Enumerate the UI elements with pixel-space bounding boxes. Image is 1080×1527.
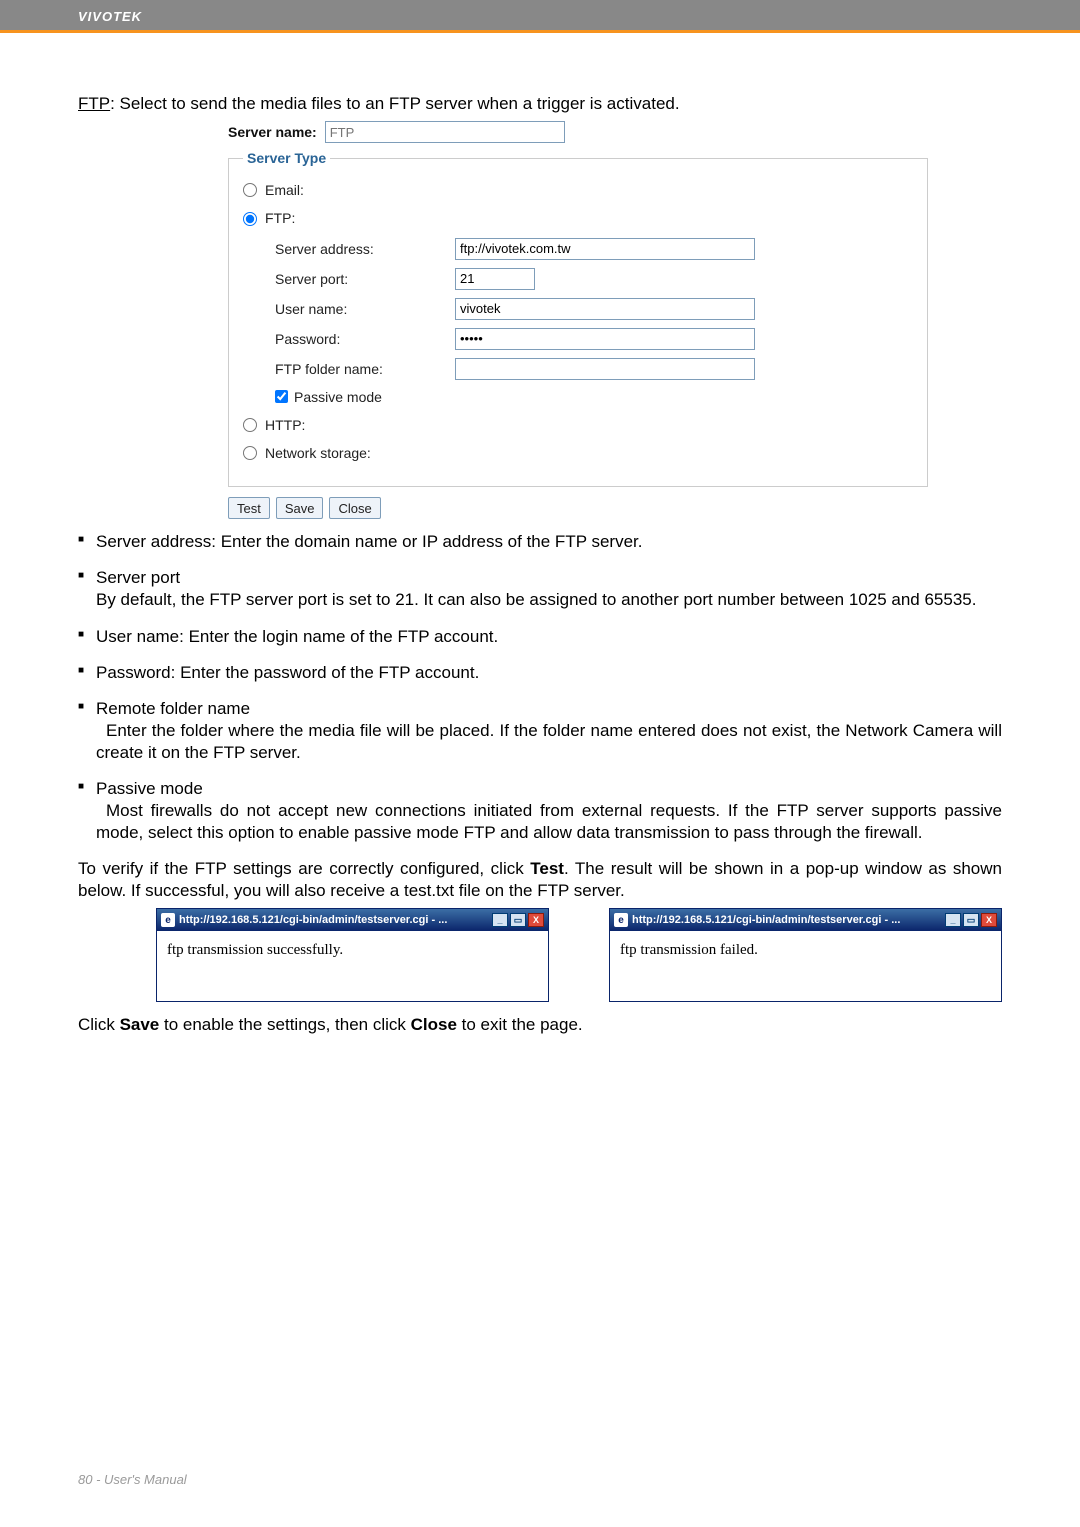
ftp-fields: Server address: Server port: User name: …	[275, 238, 913, 406]
passive-mode-label: Passive mode	[294, 388, 382, 406]
close-icon[interactable]: X	[528, 913, 544, 927]
ftp-folder-label: FTP folder name:	[275, 360, 455, 378]
http-radio[interactable]	[243, 418, 257, 432]
email-radio-label: Email:	[265, 181, 304, 199]
verify-paragraph: To verify if the FTP settings are correc…	[78, 858, 1002, 902]
minimize-icon[interactable]: _	[492, 913, 508, 927]
close-button[interactable]: Close	[329, 497, 380, 519]
network-storage-radio-row: Network storage:	[243, 444, 913, 462]
popup-success-title: http://192.168.5.121/cgi-bin/admin/tests…	[179, 913, 492, 927]
passive-mode-checkbox[interactable]	[275, 390, 288, 403]
popup-failed-body: ftp transmission failed.	[610, 931, 1001, 1001]
test-button[interactable]: Test	[228, 497, 270, 519]
ftp-folder-input[interactable]	[455, 358, 755, 380]
final-instruction: Click Save to enable the settings, then …	[78, 1014, 1002, 1036]
server-name-input[interactable]	[325, 121, 565, 143]
user-name-label: User name:	[275, 300, 455, 318]
email-radio[interactable]	[243, 183, 257, 197]
maximize-icon[interactable]: ▭	[963, 913, 979, 927]
server-name-row: Server name:	[228, 121, 1002, 143]
bullet-server-port: Server port By default, the FTP server p…	[78, 567, 1002, 611]
popup-row: e http://192.168.5.121/cgi-bin/admin/tes…	[156, 908, 1002, 1002]
popup-failed: e http://192.168.5.121/cgi-bin/admin/tes…	[609, 908, 1002, 1002]
popup-failed-titlebar: e http://192.168.5.121/cgi-bin/admin/tes…	[610, 909, 1001, 931]
http-radio-label: HTTP:	[265, 416, 305, 434]
server-address-label: Server address:	[275, 240, 455, 258]
popup-success-body: ftp transmission successfully.	[157, 931, 548, 1001]
server-name-label: Server name:	[228, 123, 317, 141]
popup-success: e http://192.168.5.121/cgi-bin/admin/tes…	[156, 908, 549, 1002]
ftp-intro-line: FTP: Select to send the media files to a…	[78, 93, 1002, 115]
user-name-input[interactable]	[455, 298, 755, 320]
bullet-remote-folder: Remote folder name Enter the folder wher…	[78, 698, 1002, 764]
server-port-label: Server port:	[275, 270, 455, 288]
ie-icon: e	[161, 913, 175, 927]
ftp-underline-label: FTP	[78, 94, 110, 113]
password-label: Password:	[275, 330, 455, 348]
save-button[interactable]: Save	[276, 497, 324, 519]
network-storage-radio[interactable]	[243, 446, 257, 460]
ftp-intro-text: : Select to send the media files to an F…	[110, 94, 679, 113]
ftp-radio-label: FTP:	[265, 209, 295, 227]
minimize-icon[interactable]: _	[945, 913, 961, 927]
server-type-fieldset: Server Type Email: FTP: Server address: …	[228, 149, 928, 487]
page-footer: 80 - User's Manual	[78, 1472, 187, 1487]
page-header-bar: VIVOTEK	[0, 0, 1080, 30]
password-input[interactable]	[455, 328, 755, 350]
close-icon[interactable]: X	[981, 913, 997, 927]
maximize-icon[interactable]: ▭	[510, 913, 526, 927]
bullet-passive-mode: Passive mode Most firewalls do not accep…	[78, 778, 1002, 844]
ftp-radio[interactable]	[243, 212, 257, 226]
brand-label: VIVOTEK	[78, 9, 142, 24]
bullet-password: Password: Enter the password of the FTP …	[78, 662, 1002, 684]
bullet-server-address: Server address: Enter the domain name or…	[78, 531, 1002, 553]
network-storage-radio-label: Network storage:	[265, 444, 371, 462]
button-row: Test Save Close	[228, 497, 1002, 519]
email-radio-row: Email:	[243, 181, 913, 199]
popup-success-titlebar: e http://192.168.5.121/cgi-bin/admin/tes…	[157, 909, 548, 931]
server-type-legend: Server Type	[243, 149, 330, 167]
bullet-user-name: User name: Enter the login name of the F…	[78, 626, 1002, 648]
server-address-input[interactable]	[455, 238, 755, 260]
doc-bullet-list: Server address: Enter the domain name or…	[78, 531, 1002, 844]
server-port-input[interactable]	[455, 268, 535, 290]
popup-failed-title: http://192.168.5.121/cgi-bin/admin/tests…	[632, 913, 945, 927]
ftp-radio-row: FTP:	[243, 209, 913, 227]
http-radio-row: HTTP:	[243, 416, 913, 434]
ie-icon: e	[614, 913, 628, 927]
